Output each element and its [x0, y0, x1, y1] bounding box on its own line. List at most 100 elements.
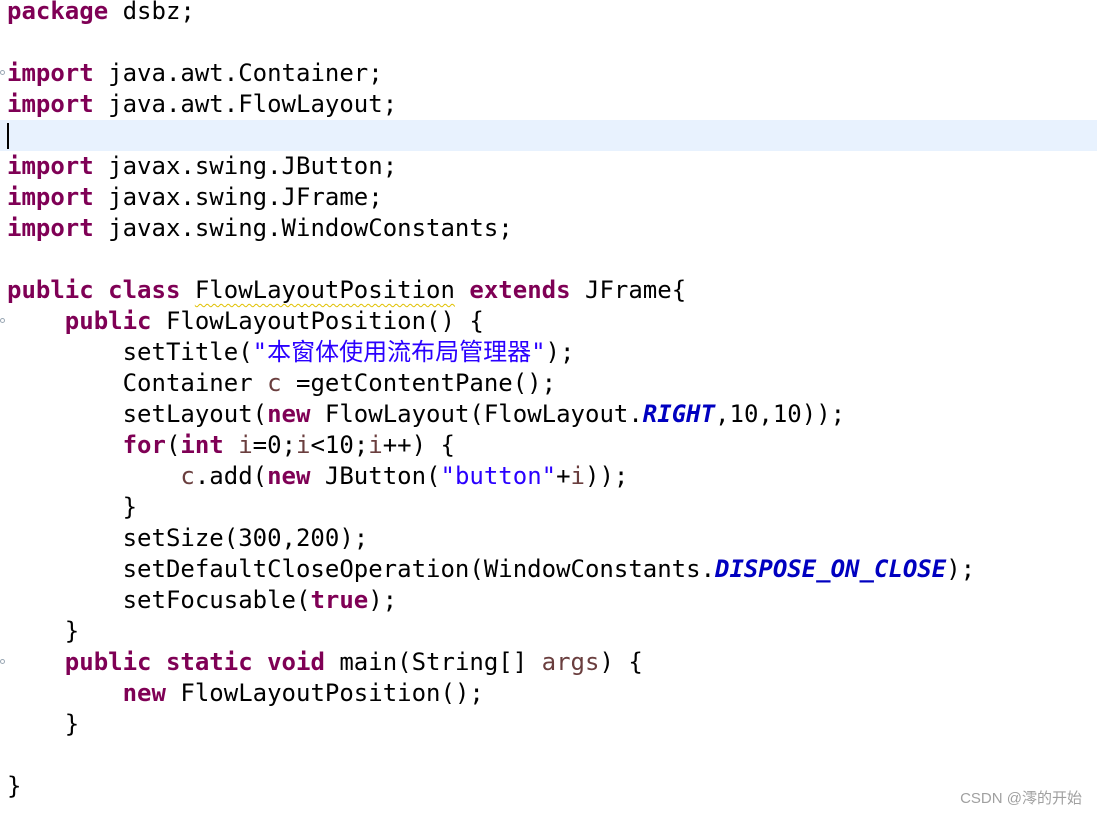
keyword-import: import: [7, 183, 94, 211]
keyword-import: import: [7, 90, 94, 118]
local-variable: c: [267, 369, 282, 397]
import-path: java.awt.Container;: [93, 59, 383, 87]
code-line-3[interactable]: import java.awt.Container;: [0, 58, 1097, 89]
code-text: ,10,10));: [715, 400, 846, 428]
string-literal: "本窗体使用流布局管理器": [252, 338, 546, 366]
code-text: main(String[]: [324, 648, 542, 676]
import-path: java.awt.FlowLayout;: [93, 90, 398, 118]
keyword-import: import: [7, 59, 94, 87]
import-path: javax.swing.JButton;: [93, 152, 398, 180]
fold-marker-icon[interactable]: [0, 659, 5, 664]
code-text: =0;: [252, 431, 297, 459]
code-line-22[interactable]: public static void main(String[] args) {: [0, 647, 1097, 678]
parameter-args: args: [541, 648, 600, 676]
code-line-25[interactable]: [0, 740, 1097, 771]
code-text: .add(: [194, 462, 268, 490]
local-variable: i: [368, 431, 383, 459]
code-text: ++) {: [382, 431, 455, 459]
fold-marker-icon[interactable]: [0, 70, 5, 75]
code-line-16[interactable]: c.add(new JButton("button"+i));: [0, 461, 1097, 492]
code-text: );: [946, 555, 976, 583]
keyword-class: class: [108, 276, 181, 304]
closing-brace: }: [122, 493, 138, 521]
code-text: FlowLayout(FlowLayout.: [310, 400, 643, 428]
code-line-10[interactable]: public class FlowLayoutPosition extends …: [0, 275, 1097, 306]
closing-brace: }: [7, 772, 22, 800]
code-text: FlowLayoutPosition();: [165, 679, 484, 707]
keyword-int: int: [180, 431, 224, 459]
text-caret: [7, 123, 9, 149]
constructor-signature: FlowLayoutPosition() {: [151, 307, 484, 335]
package-name: dsbz;: [108, 0, 195, 25]
code-text: <10;: [310, 431, 369, 459]
import-path: javax.swing.WindowConstants;: [93, 214, 513, 242]
code-line-19[interactable]: setDefaultCloseOperation(WindowConstants…: [0, 554, 1097, 585]
code-line-9[interactable]: [0, 244, 1097, 275]
code-text: setTitle(: [122, 338, 253, 366]
code-line-6[interactable]: import javax.swing.JButton;: [0, 151, 1097, 182]
code-line-12[interactable]: setTitle("本窗体使用流布局管理器");: [0, 337, 1097, 368]
code-area[interactable]: package dsbz; import java.awt.Container;…: [0, 0, 1097, 802]
static-constant: RIGHT: [642, 400, 716, 428]
keyword-new: new: [267, 400, 311, 428]
code-line-15[interactable]: for(int i=0;i<10;i++) {: [0, 430, 1097, 461]
keyword-static: static: [165, 648, 253, 676]
code-editor[interactable]: package dsbz; import java.awt.Container;…: [0, 0, 1097, 818]
closing-brace: }: [64, 710, 80, 738]
local-variable: c: [180, 462, 195, 490]
keyword-import: import: [7, 214, 94, 242]
code-line-24[interactable]: }: [0, 709, 1097, 740]
keyword-void: void: [267, 648, 325, 676]
string-literal: "button": [440, 462, 557, 490]
code-text: JButton(: [310, 462, 441, 490]
code-line-20[interactable]: setFocusable(true);: [0, 585, 1097, 616]
code-line-13[interactable]: Container c =getContentPane();: [0, 368, 1097, 399]
local-variable: i: [296, 431, 311, 459]
code-text: setLayout(: [122, 400, 268, 428]
import-path: javax.swing.JFrame;: [93, 183, 383, 211]
keyword-public: public: [64, 307, 152, 335]
code-line-4[interactable]: import java.awt.FlowLayout;: [0, 89, 1097, 120]
code-text: Container: [122, 369, 268, 397]
code-text: setFocusable(: [122, 586, 311, 614]
code-line-2[interactable]: [0, 27, 1097, 58]
code-text: setDefaultCloseOperation(WindowConstants…: [122, 555, 716, 583]
superclass: JFrame{: [570, 276, 687, 304]
keyword-extends: extends: [469, 276, 571, 304]
keyword-true: true: [310, 586, 369, 614]
code-line-7[interactable]: import javax.swing.JFrame;: [0, 182, 1097, 213]
keyword-new: new: [267, 462, 311, 490]
keyword-package: package: [7, 0, 109, 25]
closing-brace: }: [64, 617, 80, 645]
local-variable: i: [570, 462, 585, 490]
keyword-public: public: [64, 648, 152, 676]
code-line-11[interactable]: public FlowLayoutPosition() {: [0, 306, 1097, 337]
fold-marker-icon[interactable]: [0, 318, 5, 323]
code-text: (: [165, 431, 181, 459]
static-constant: DISPOSE_ON_CLOSE: [715, 555, 947, 583]
code-text: ) {: [599, 648, 643, 676]
code-text: );: [545, 338, 575, 366]
code-line-26[interactable]: }: [0, 771, 1097, 802]
code-line-17[interactable]: }: [0, 492, 1097, 523]
code-text: setSize(300,200);: [122, 524, 369, 552]
code-line-1[interactable]: package dsbz;: [0, 0, 1097, 27]
keyword-import: import: [7, 152, 94, 180]
class-name: FlowLayoutPosition: [194, 276, 455, 304]
csdn-watermark: CSDN @澪的开始: [960, 790, 1082, 807]
code-text: =getContentPane();: [281, 369, 557, 397]
code-line-8[interactable]: import javax.swing.WindowConstants;: [0, 213, 1097, 244]
local-variable: i: [238, 431, 253, 459]
code-line-23[interactable]: new FlowLayoutPosition();: [0, 678, 1097, 709]
code-text: ));: [585, 462, 629, 490]
code-text: );: [368, 586, 398, 614]
code-line-18[interactable]: setSize(300,200);: [0, 523, 1097, 554]
keyword-public: public: [7, 276, 94, 304]
keyword-for: for: [122, 431, 166, 459]
current-line-highlight[interactable]: [0, 120, 1097, 151]
code-line-14[interactable]: setLayout(new FlowLayout(FlowLayout.RIGH…: [0, 399, 1097, 430]
keyword-new: new: [122, 679, 166, 707]
code-line-21[interactable]: }: [0, 616, 1097, 647]
code-text: +: [556, 462, 571, 490]
